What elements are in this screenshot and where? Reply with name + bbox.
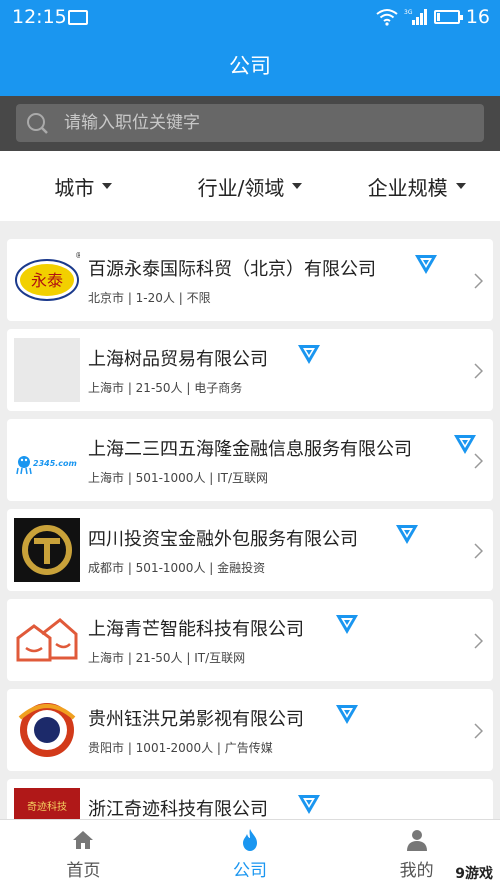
chevron-right-icon [474,453,483,469]
company-logo: T [14,518,80,582]
search-area [0,96,500,151]
chevron-right-icon [474,273,483,289]
company-logo-placeholder [14,338,80,402]
person-icon [406,829,427,851]
company-list: 永泰 ® 百源永泰国际科贸（北京）有限公司 北京市 | 1-20人 | 不限 上… [0,221,500,819]
company-logo: 奇迹科技 [14,788,80,819]
filter-bar: 城市 行业/领域 企业规模 [0,151,500,221]
company-card[interactable]: 上海青芒智能科技有限公司 上海市 | 21-50人 | IT/互联网 [7,599,493,681]
company-name: 浙江奇迹科技有限公司 [88,799,268,819]
company-name: 贵州钰洪兄弟影视有限公司 [88,709,304,730]
company-meta: 上海市 | 21-50人 | IT/互联网 [88,651,246,665]
chevron-right-icon [474,363,483,379]
company-logo [14,608,80,672]
caret-down-icon [292,183,303,189]
company-meta: 北京市 | 1-20人 | 不限 [88,291,211,305]
search-input[interactable] [56,113,484,133]
filter-company-size[interactable]: 企业规模 [333,151,500,221]
battery-icon [433,10,463,24]
company-card[interactable]: T 四川投资宝金融外包服务有限公司 成都市 | 501-1000人 | 金融投资 [7,509,493,591]
chevron-right-icon [474,633,483,649]
company-meta: 上海市 | 21-50人 | 电子商务 [88,381,243,395]
company-card[interactable]: 奇迹科技 浙江奇迹科技有限公司 [7,779,493,819]
vip-diamond-icon [415,255,437,274]
vip-diamond-icon [396,525,418,544]
logo-text: 2345.com [33,459,77,468]
flame-icon [243,828,257,851]
nav-company[interactable]: 公司 [167,820,334,888]
caret-down-icon [455,183,466,189]
vip-diamond-icon [336,705,358,724]
vip-diamond-icon [298,345,320,364]
svg-text:®: ® [75,251,80,260]
filter-label: 城市 [54,175,95,200]
company-meta: 贵阳市 | 1001-2000人 | 广告传媒 [88,741,273,755]
caret-down-icon [102,183,113,189]
company-card[interactable]: 2345.com 上海二三四五海隆金融信息服务有限公司 上海市 | 501-10… [7,419,493,501]
vip-diamond-icon [298,795,320,814]
nav-label: 我的 [399,860,434,881]
filter-industry[interactable]: 行业/领域 [167,151,334,221]
nav-label: 首页 [66,860,101,881]
image-notification-icon [68,10,88,25]
filter-label: 行业/领域 [197,175,285,200]
search-icon [16,104,56,142]
chevron-right-icon [474,543,483,559]
company-logo: 2345.com [14,428,80,492]
filter-city[interactable]: 城市 [0,151,167,221]
company-name: 四川投资宝金融外包服务有限公司 [88,529,358,550]
signal-icon: 3G [404,9,427,25]
company-name: 上海二三四五海隆金融信息服务有限公司 [88,439,412,460]
company-logo: 永泰 ® [14,248,80,312]
search-box[interactable] [16,104,484,142]
home-icon [73,830,94,849]
company-card[interactable]: 上海树品贸易有限公司 上海市 | 21-50人 | 电子商务 [7,329,493,411]
company-card[interactable]: 贵州钰洪兄弟影视有限公司 贵阳市 | 1001-2000人 | 广告传媒 [7,689,493,771]
status-bar: 12:15 3G 16 [0,0,500,36]
page-title: 公司 [0,36,500,96]
status-indicators: 3G 16 [376,6,490,28]
bottom-nav: 首页 公司 我的 9游戏 [0,819,500,888]
company-name: 百源永泰国际科贸（北京）有限公司 [88,259,376,280]
status-time: 12:15 [12,6,67,28]
company-card[interactable]: 永泰 ® 百源永泰国际科贸（北京）有限公司 北京市 | 1-20人 | 不限 [7,239,493,321]
logo-text: 永泰 [31,271,63,290]
company-meta: 成都市 | 501-1000人 | 金融投资 [88,561,266,575]
company-meta: 上海市 | 501-1000人 | IT/互联网 [88,471,269,485]
logo-text: 奇迹科技 [27,800,67,813]
company-name: 上海树品贸易有限公司 [88,349,268,370]
filter-label: 企业规模 [367,175,448,200]
chevron-right-icon [474,723,483,739]
watermark: 9游戏 [452,862,496,884]
battery-level [436,13,440,21]
battery-text: 16 [465,6,490,28]
wifi-icon [376,9,398,26]
nav-label: 公司 [233,860,267,881]
company-logo [14,698,80,762]
nav-home[interactable]: 首页 [0,820,167,888]
vip-diamond-icon [336,615,358,634]
company-name: 上海青芒智能科技有限公司 [88,619,304,640]
network-type: 3G [404,9,413,16]
